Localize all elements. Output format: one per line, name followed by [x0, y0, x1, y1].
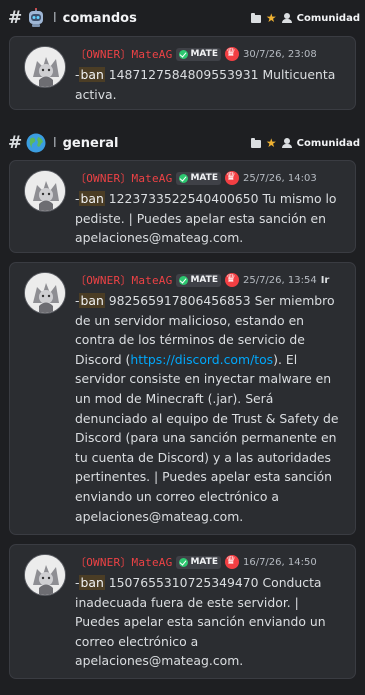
folder-icon[interactable]	[250, 13, 261, 23]
author-name[interactable]: 〔OWNER〕MateAG	[75, 272, 172, 288]
community-icon	[281, 138, 292, 148]
ban-command: ban	[79, 575, 105, 590]
channel-separator: l	[53, 135, 57, 151]
star-icon[interactable]: ★	[266, 12, 277, 24]
server-tag[interactable]: MATE	[176, 555, 221, 569]
server-tag-label: MATE	[190, 557, 218, 567]
ban-command: ban	[79, 67, 105, 82]
community-label: Comunidad	[296, 12, 360, 24]
timestamp: 16/7/26, 14:50	[242, 556, 317, 568]
hash-icon: #	[8, 133, 23, 153]
message-card[interactable]: 〔OWNER〕MateAG MATE 25/7/26, 14:03 -ban 1…	[9, 160, 356, 253]
crown-icon	[224, 46, 239, 61]
channel-header-general[interactable]: # l general ★ Comunidad	[8, 132, 360, 154]
globe-icon	[26, 133, 46, 153]
crown-icon	[224, 170, 239, 185]
author-name[interactable]: 〔OWNER〕MateAG	[75, 170, 172, 186]
message-header: 〔OWNER〕MateAG MATE 25/7/26, 13:54 Ir	[75, 272, 349, 288]
community-icon	[281, 13, 292, 23]
jump-link[interactable]: Ir	[321, 275, 330, 286]
check-icon	[179, 557, 189, 567]
avatar[interactable]	[24, 554, 66, 596]
avatar[interactable]	[24, 46, 66, 88]
crown-icon	[224, 272, 239, 287]
message-card[interactable]: 〔OWNER〕MateAG MATE 16/7/26, 14:50 -ban 1…	[9, 544, 356, 679]
server-tag-label: MATE	[190, 275, 218, 285]
message-content: -ban 982565917806456853 Ser miembro de u…	[75, 291, 345, 526]
message-card[interactable]: 〔OWNER〕MateAG MATE 25/7/26, 13:54 Ir -ba…	[9, 262, 356, 535]
message-content: -ban 1487127584809553931 Multicuenta act…	[75, 65, 345, 104]
hash-icon: #	[8, 8, 23, 28]
server-tag[interactable]: MATE	[176, 171, 221, 185]
crown-icon	[224, 554, 239, 569]
timestamp: 25/7/26, 13:54	[242, 274, 317, 286]
channel-meta: ★ Comunidad	[250, 12, 360, 24]
avatar[interactable]	[24, 272, 66, 314]
server-tag-label: MATE	[190, 173, 218, 183]
server-tag[interactable]: MATE	[176, 273, 221, 287]
tos-link[interactable]: https://discord.com/tos	[130, 352, 273, 367]
server-tag-label: MATE	[190, 49, 218, 59]
channel-name[interactable]: comandos	[63, 11, 137, 26]
check-icon	[179, 173, 189, 183]
timestamp: 25/7/26, 14:03	[242, 172, 317, 184]
message-header: 〔OWNER〕MateAG MATE 30/7/26, 23:08	[75, 46, 349, 62]
check-icon	[179, 275, 189, 285]
author-name[interactable]: 〔OWNER〕MateAG	[75, 554, 172, 570]
message-content: -ban 1507655310725349470 Conducta inadec…	[75, 573, 345, 671]
check-icon	[179, 49, 189, 59]
message-header: 〔OWNER〕MateAG MATE 25/7/26, 14:03	[75, 170, 349, 186]
channel-meta: ★ Comunidad	[250, 137, 360, 149]
message-header: 〔OWNER〕MateAG MATE 16/7/26, 14:50	[75, 554, 349, 570]
author-name[interactable]: 〔OWNER〕MateAG	[75, 46, 172, 62]
ban-command: ban	[79, 191, 105, 206]
robot-icon	[26, 8, 46, 28]
timestamp: 30/7/26, 23:08	[242, 48, 317, 60]
message-text: 1507655310725349470 Conducta inadecuada …	[75, 575, 326, 669]
folder-icon[interactable]	[250, 138, 261, 148]
star-icon[interactable]: ★	[266, 137, 277, 149]
community-label: Comunidad	[296, 137, 360, 149]
server-tag[interactable]: MATE	[176, 47, 221, 61]
message-text: 1487127584809553931 Multicuenta activa.	[75, 67, 336, 102]
message-content: -ban 1223733522540400650 Tu mismo lo ped…	[75, 189, 345, 248]
message-text: 1223733522540400650 Tu mismo lo pediste.…	[75, 191, 337, 246]
channel-header-comandos[interactable]: # l comandos ★ Comunidad	[8, 7, 360, 29]
avatar[interactable]	[24, 170, 66, 212]
message-card[interactable]: 〔OWNER〕MateAG MATE 30/7/26, 23:08 -ban 1…	[9, 36, 356, 110]
channel-separator: l	[53, 10, 57, 26]
channel-name[interactable]: general	[63, 136, 119, 151]
ban-command: ban	[79, 293, 105, 308]
message-text-continued: ). El servidor consiste en inyectar malw…	[75, 351, 339, 524]
